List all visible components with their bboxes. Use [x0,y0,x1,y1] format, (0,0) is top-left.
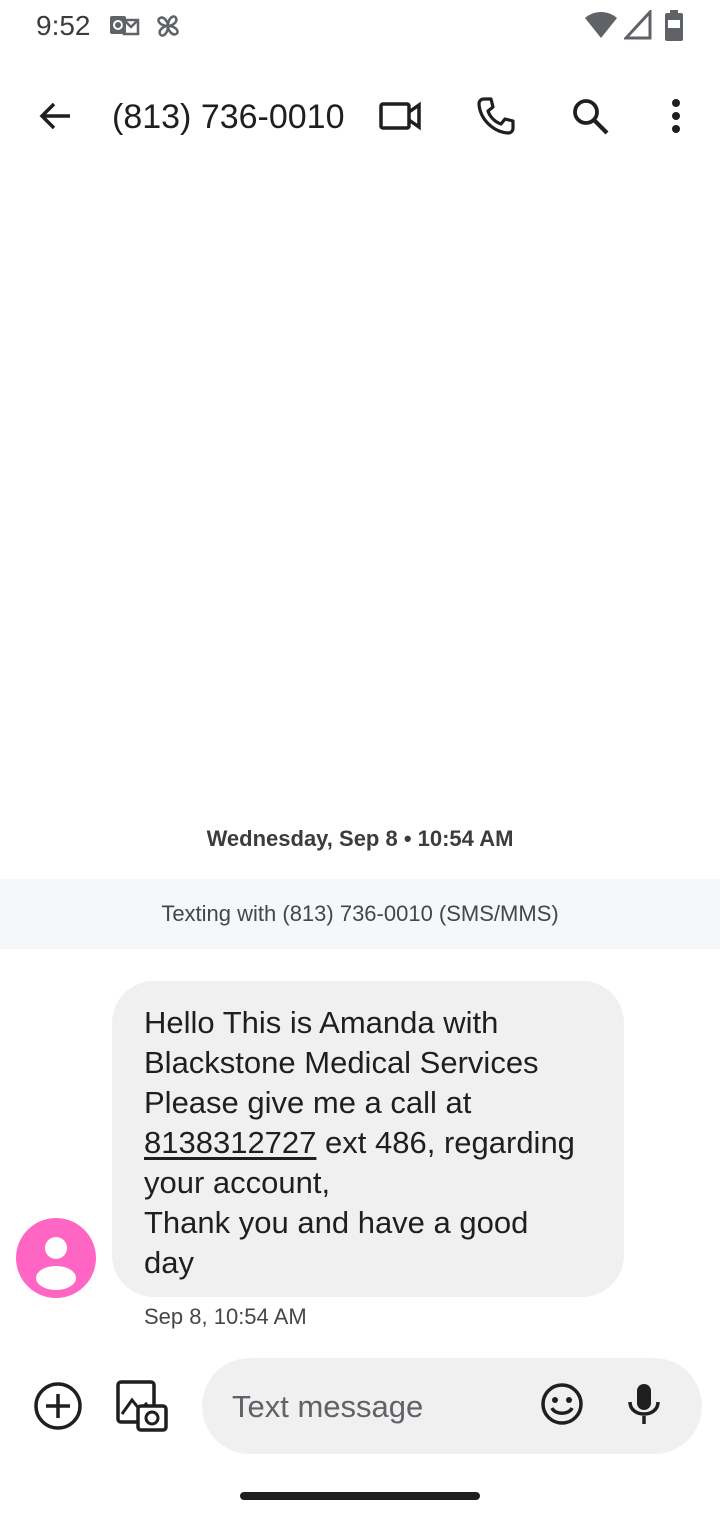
add-circle-icon [33,1381,83,1436]
more-options-button[interactable] [648,90,704,146]
status-time: 9:52 [36,10,91,41]
pinwheel-icon [152,10,188,42]
compose-box[interactable] [202,1358,702,1454]
search-button[interactable] [562,90,618,146]
date-header: Wednesday, Sep 8 • 10:54 AM [206,826,514,851]
back-button[interactable] [28,90,84,146]
video-call-button[interactable] [372,90,428,146]
message-bubble[interactable]: Hello This is Amanda with Blackstone Med… [112,981,624,1297]
attach-button[interactable] [26,1376,90,1440]
sms-banner-text: Texting with (813) 736-0010 (SMS/MMS) [161,901,559,926]
message-line: your account, [144,1165,331,1200]
wifi-icon [584,10,620,42]
voice-button[interactable] [612,1374,676,1438]
person-icon [36,1237,76,1290]
message-line: Blackstone Medical Services [144,1045,539,1080]
message-line-with-phone: 8138312727 ext 486, regarding [144,1123,592,1163]
battery-icon [664,10,700,42]
message-timestamp: Sep 8, 10:54 AM [144,1304,307,1329]
message-line: day [144,1245,194,1280]
message-line-rest: ext 486, regarding [316,1125,575,1160]
video-call-icon [379,101,421,136]
sms-banner: Texting with (813) 736-0010 (SMS/MMS) [0,879,720,949]
emoji-icon [540,1382,584,1431]
gallery-icon [116,1379,168,1437]
more-vert-icon [670,98,682,139]
contact-title[interactable]: (813) 736-0010 [112,94,352,140]
signal-icon [622,8,660,42]
outlook-icon [108,10,144,42]
gallery-button[interactable] [110,1376,174,1440]
back-arrow-icon [38,98,74,139]
message-input[interactable] [230,1382,514,1432]
phone-number-link[interactable]: 8138312727 [144,1125,316,1160]
search-icon [570,96,610,141]
mic-icon [627,1382,661,1431]
message-line: Thank you and have a good [144,1205,529,1240]
emoji-button[interactable] [530,1374,594,1438]
phone-call-button[interactable] [468,90,524,146]
message-line: Please give me a call at [144,1085,472,1120]
gesture-navigation-bar[interactable] [240,1492,480,1500]
avatar[interactable] [16,1218,96,1298]
message-line: Hello This is Amanda with [144,1005,499,1040]
phone-call-icon [476,96,516,141]
